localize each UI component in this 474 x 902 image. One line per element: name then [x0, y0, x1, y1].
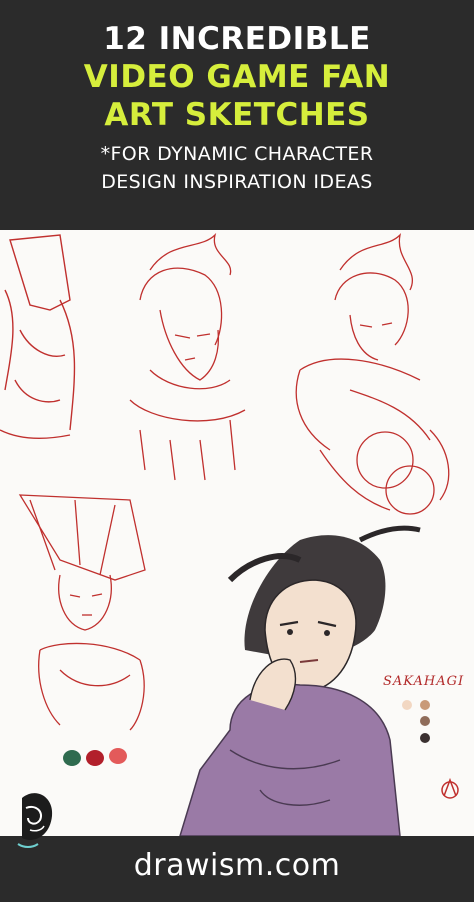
title-line-2: VIDEO GAME FAN [83, 59, 391, 95]
drawism-logo-icon [17, 793, 53, 848]
swatch-right-3 [420, 716, 430, 726]
title-line-1: 12 INCREDIBLE [103, 21, 371, 57]
artist-name-label: SAKAHAGI [383, 674, 465, 689]
swatches-left [63, 748, 127, 766]
sketch-artwork: SAKAHAGI [0, 230, 474, 837]
sketch-figure-center [129, 232, 246, 481]
swatch-right-4 [420, 733, 430, 743]
swatch-left-2 [86, 750, 104, 766]
artist-signature-icon [441, 777, 459, 799]
sketch-figure-headdress [18, 494, 146, 731]
swatch-right-2 [420, 700, 430, 710]
title-line-3: ART SKETCHES [104, 97, 370, 133]
site-url[interactable]: drawism.com [0, 848, 474, 883]
footer-bar: drawism.com [0, 793, 474, 902]
swatch-left-1 [63, 750, 81, 766]
swatch-left-3 [109, 748, 127, 764]
swatch-right-1 [402, 700, 412, 710]
swatches-right [402, 700, 430, 743]
sketch-illustration [0, 232, 459, 837]
sketch-figure-right [295, 233, 450, 515]
subtitle-line-2: DESIGN INSPIRATION IDEAS [101, 171, 373, 193]
subtitle-line-1: *FOR DYNAMIC CHARACTER [100, 143, 374, 165]
title-banner: 12 INCREDIBLE VIDEO GAME FAN ART SKETCHE… [0, 0, 474, 230]
sketch-figure-left [0, 234, 76, 439]
